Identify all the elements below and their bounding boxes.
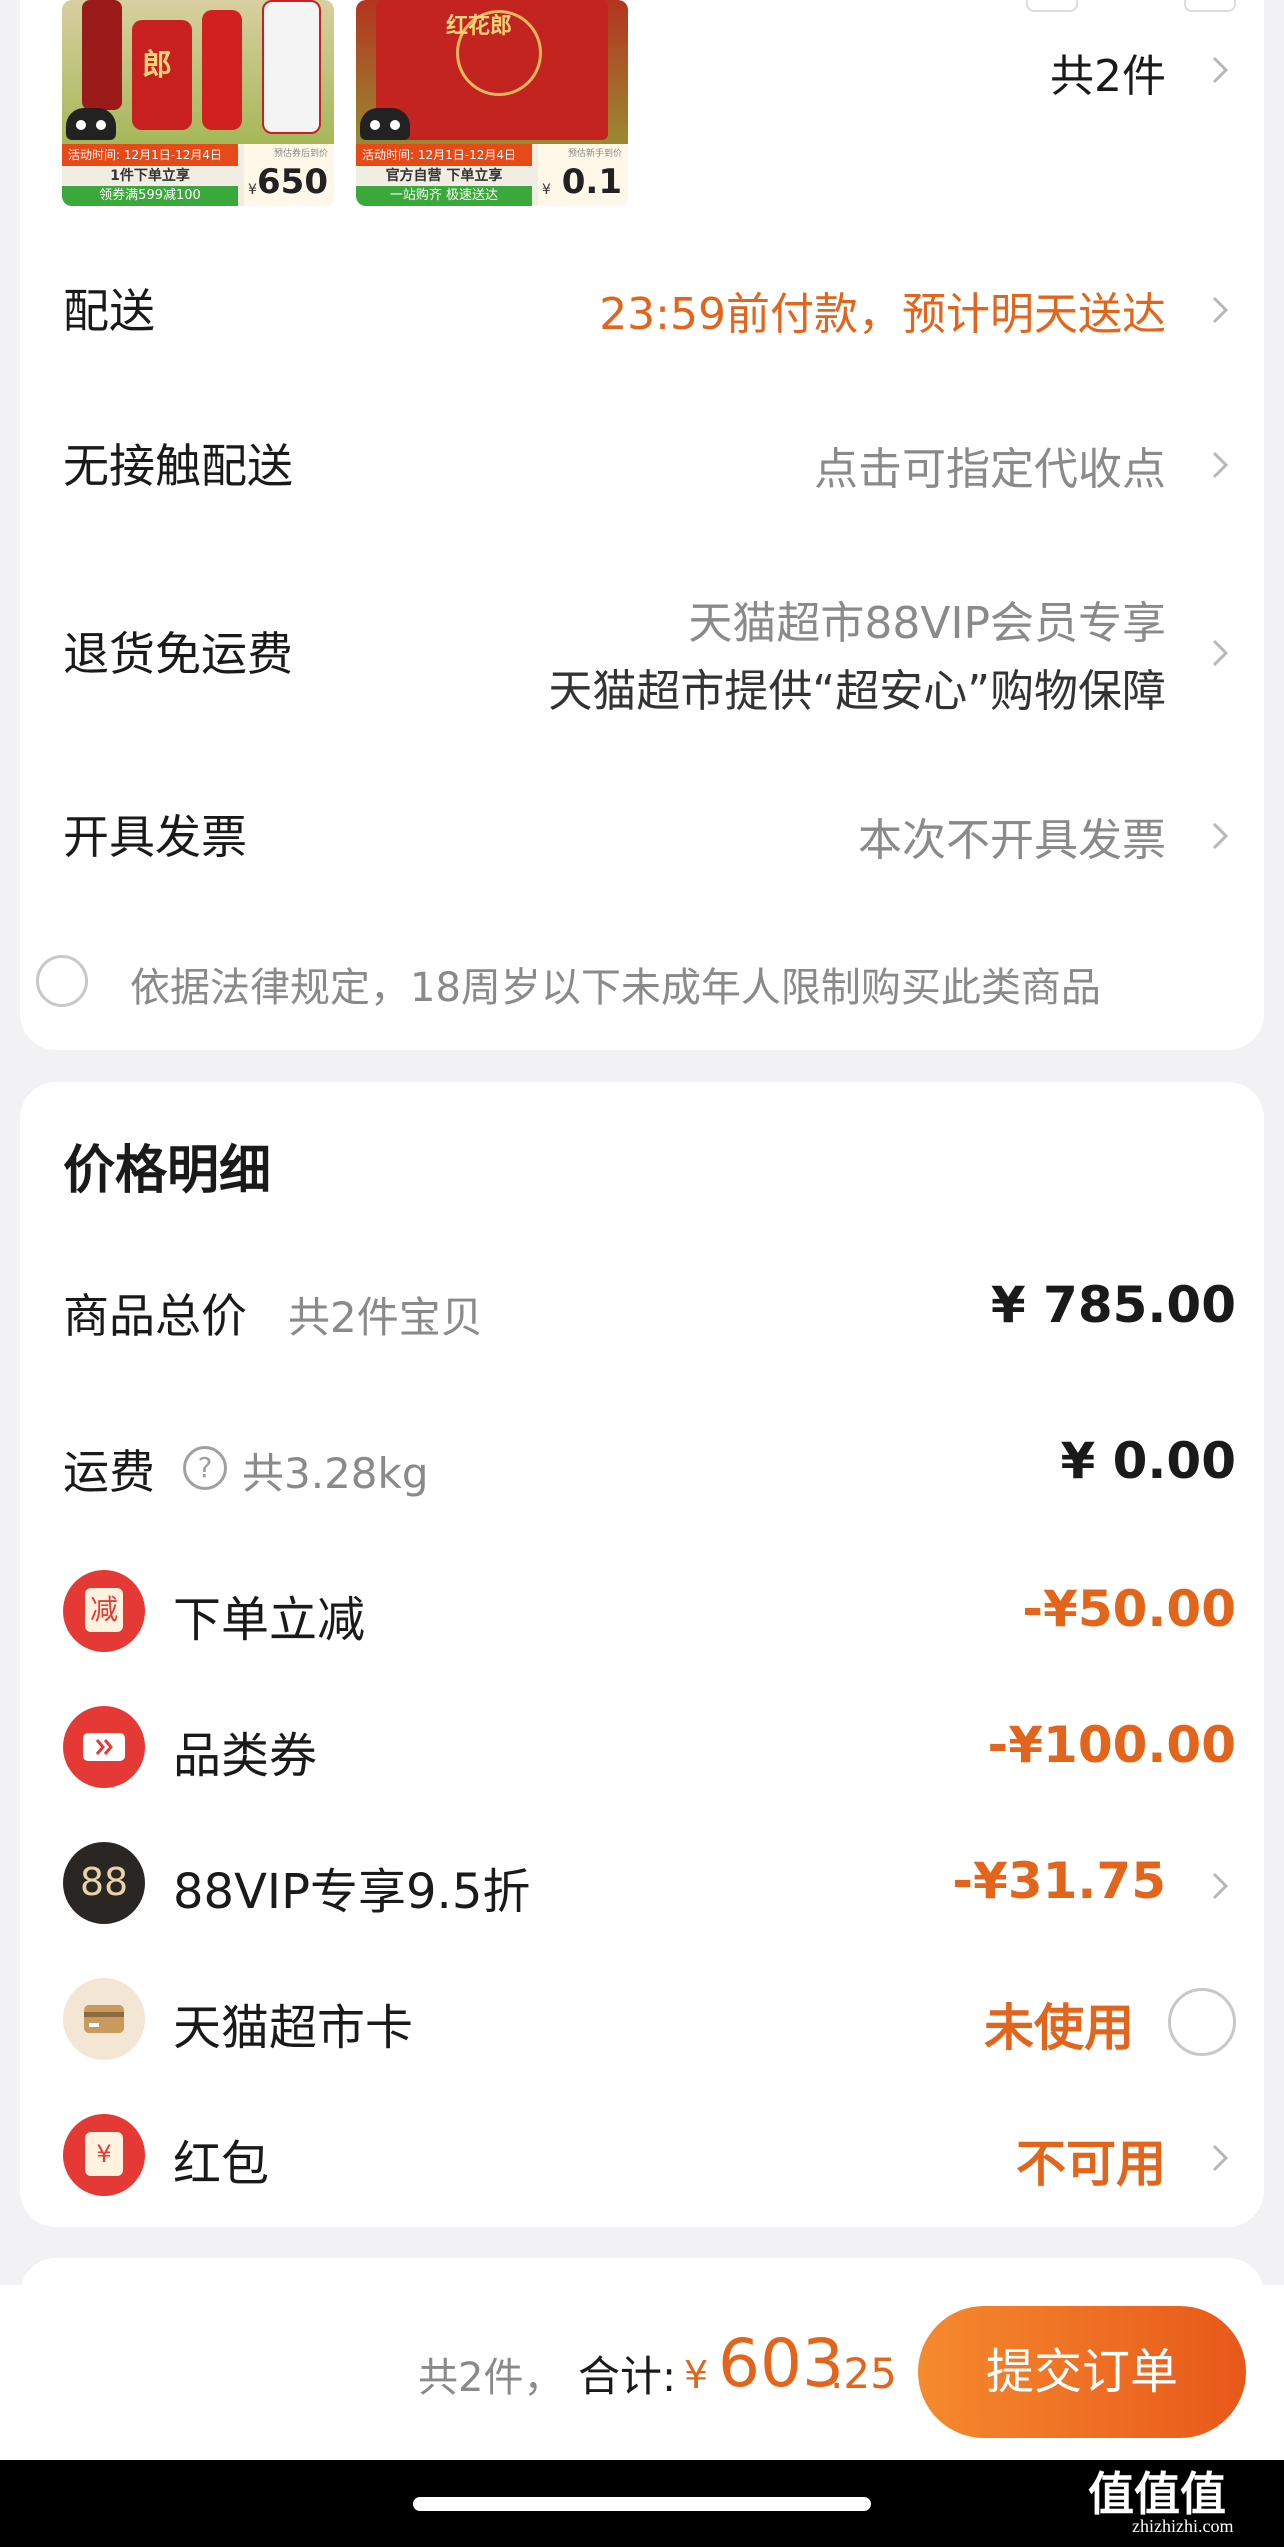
price-tag: 预估新手到价 [567,149,622,159]
discount-row-88vip[interactable]: 88 88VIP专享9.5折 -¥31.75 [20,1842,1264,1932]
promo-dates: 活动时间: 12月1日-12月4日 [356,144,532,166]
chevron-right-icon [1204,294,1236,326]
88vip-icon: 88 [63,1842,145,1924]
contactless-value: 点击可指定代收点 [814,444,1166,495]
price-currency: ¥ [542,182,551,198]
bottle-shape [202,10,242,130]
discount-row-supermarket-card[interactable]: 天猫超市卡 未使用 [20,1978,1264,2068]
contactless-row[interactable]: 无接触配送 点击可指定代收点 [20,425,1264,505]
88vip-label: 88VIP专享9.5折 [173,1864,531,1920]
coupon-text: 领券满599减100 [62,186,238,206]
red-packet-value: 不可用 [1016,2135,1166,2193]
price-value: 650 [257,162,328,202]
red-packet-icon: ¥ [63,2114,145,2196]
bottle-label: 郎 [142,48,172,83]
instant-reduction-icon: 减 [63,1570,145,1652]
discount-row-instant-reduction: 减 下单立减 -¥50.00 [20,1570,1264,1660]
instant-reduction-value: -¥50.00 [1022,1580,1236,1638]
chevron-right-icon [1204,637,1236,669]
category-coupon-label: 品类券 [173,1728,318,1784]
price-box: 预估券后到价 ¥ 650 [244,144,334,206]
tmall-cat-logo [360,108,410,140]
price-value: 0.1 [561,162,622,202]
promo-text: 1件下单立享 [110,168,190,184]
chevron-right-icon [1204,54,1236,86]
coupon-icon [63,1706,145,1788]
shipping-fee-label: 运费 [63,1445,155,1499]
shipping-fee-row: 运费 ? 共3.28kg ¥ 0.00 [20,1432,1264,1506]
supermarket-card-value: 未使用 [984,1999,1134,2057]
stepper-button-partial[interactable] [1026,0,1078,12]
promo-dates: 活动时间: 12月1日-12月4日 [62,144,238,166]
footer-total-label: 合计: [578,2352,677,2401]
supermarket-card-radio[interactable] [1168,1988,1236,2056]
age-notice-checkbox[interactable] [36,955,88,1007]
invoice-value: 本次不开具发票 [858,815,1166,866]
chevron-right-icon [1204,2142,1236,2174]
chevron-right-icon [1204,820,1236,852]
delivery-value: 23:59前付款，预计明天送达 [599,289,1166,340]
red-packet-icon-glyph: ¥ [85,2132,123,2176]
footer-total-dec: .25 [830,2349,897,2398]
invoice-row[interactable]: 开具发票 本次不开具发票 [20,796,1264,876]
product-thumbnail[interactable]: 红花郎 活动时间: 12月1日-12月4日 官方自营 下单立享 一站购齐 极速送… [356,0,628,206]
help-icon[interactable]: ? [183,1446,227,1490]
watermark-domain: zhizhizhi.com [1132,2516,1234,2536]
stepper-button-partial[interactable] [1184,0,1236,12]
supermarket-card-label: 天猫超市卡 [173,2000,414,2056]
footer-count: 共2件， [418,2355,564,2401]
chevron-right-icon [1204,449,1236,481]
return-shipping-row[interactable]: 退货免运费 天猫超市88VIP会员专享 天猫超市提供“超安心”购物保障 [20,585,1264,725]
price-detail-title: 价格明细 [63,1141,272,1201]
watermark-logo: 值值值 [1088,2469,1226,2520]
product-count-label: 共2件 [1050,51,1166,102]
bottle-shape [82,0,122,110]
discount-row-category-coupon: 品类券 -¥100.00 [20,1706,1264,1796]
subtotal-sub: 共2件宝贝 [288,1293,483,1342]
promo-text: 官方自营 下单立享 [385,168,503,184]
subtotal-label: 商品总价 [63,1289,247,1343]
coupon-text: 一站购齐 极速送达 [356,186,532,206]
instant-reduction-icon-glyph: 减 [85,1588,123,1632]
gift-box-label: 红花郎 [446,14,513,39]
product-thumbnail[interactable]: 郎 活动时间: 12月1日-12月4日 1件下单立享 领券满599减100 预估… [62,0,334,206]
price-tag: 预估券后到价 [273,149,328,159]
red-packet-label: 红包 [173,2136,270,2192]
category-coupon-value: -¥100.00 [987,1716,1237,1774]
instant-reduction-label: 下单立减 [173,1592,366,1648]
delivery-label: 配送 [63,284,155,338]
subtotal-value: ¥ 785.00 [990,1276,1236,1334]
return-shipping-label: 退货免运费 [63,627,293,681]
footer-total-int: 603 [718,2325,844,2402]
invoice-label: 开具发票 [63,810,247,864]
discount-row-red-packet[interactable]: ¥ 红包 不可用 [20,2114,1264,2204]
supermarket-card-icon [63,1978,145,2060]
footer-currency: ¥ [684,2353,709,2397]
tmall-cat-logo [66,108,116,140]
submit-order-button[interactable]: 提交订单 [918,2306,1246,2438]
home-indicator[interactable] [413,2497,871,2511]
88vip-icon-glyph: 88 [79,1860,129,1904]
delivery-row[interactable]: 配送 23:59前付款，预计明天送达 [20,270,1264,350]
age-notice-text: 依据法律规定，18周岁以下未成年人限制购买此类商品 [130,965,1101,1011]
return-shipping-value-line1: 天猫超市88VIP会员专享 [688,598,1166,649]
chevron-right-icon [1204,1870,1236,1902]
shipping-weight: 共3.28kg [242,1449,429,1498]
bottle-shape [262,0,321,134]
shipping-fee-value: ¥ 0.00 [1060,1432,1236,1490]
price-currency: ¥ [248,182,257,198]
88vip-value: -¥31.75 [952,1852,1166,1910]
subtotal-row: 商品总价 共2件宝贝 ¥ 785.00 [20,1276,1264,1350]
contactless-label: 无接触配送 [63,439,293,493]
return-shipping-value-line2: 天猫超市提供“超安心”购物保障 [548,666,1166,717]
price-box: 预估新手到价 ¥ 0.1 [538,144,628,206]
